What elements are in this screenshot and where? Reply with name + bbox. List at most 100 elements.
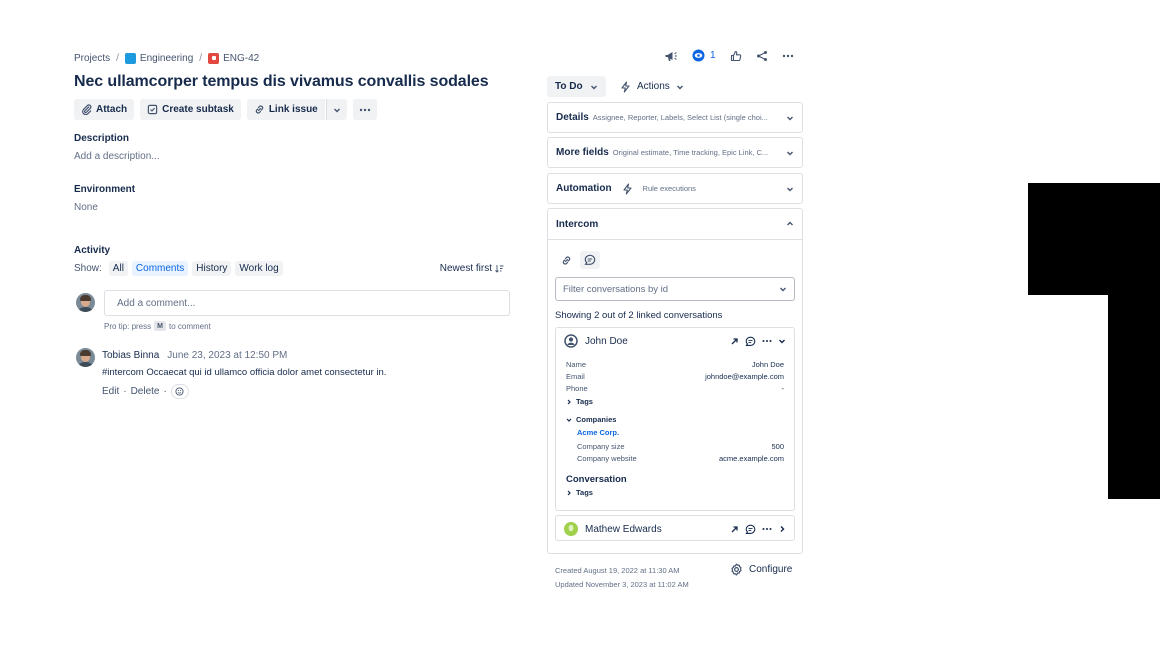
breadcrumb-issue[interactable]: ENG-42 [208, 52, 259, 64]
filter-all[interactable]: All [108, 260, 128, 276]
automation-title: Automation [556, 183, 612, 194]
issue-header-actions: 1 [664, 49, 794, 62]
current-user-avatar [76, 293, 95, 312]
breadcrumb: Projects / Engineering / ENG-42 [74, 51, 259, 65]
filter-comments[interactable]: Comments [131, 260, 189, 276]
comment-author-avatar[interactable] [76, 348, 95, 367]
more-options-button[interactable] [782, 54, 794, 58]
environment-heading: Environment [74, 184, 136, 195]
comment-input[interactable]: Add a comment... [104, 290, 510, 316]
configure-button[interactable]: Configure [730, 563, 792, 576]
step-number-overlay [1028, 183, 1160, 499]
conversations-view-button[interactable] [580, 251, 600, 269]
company-website: Company website acme.example.com [577, 454, 784, 463]
chevron-down-icon [787, 187, 793, 191]
chevron-right-icon [567, 399, 571, 404]
comment-delete-link[interactable]: Delete [131, 386, 160, 397]
lightning-icon [621, 80, 630, 93]
environment-value[interactable]: None [74, 202, 98, 213]
chevron-down-icon [780, 287, 786, 292]
more-fields-summary: Original estimate, Time tracking, Epic L… [612, 148, 769, 157]
external-link-icon[interactable] [730, 337, 739, 346]
companies-toggle[interactable]: Companies [566, 415, 616, 424]
comment-actions: Edit · Delete · [102, 384, 189, 399]
gear-icon [731, 563, 742, 576]
company-link[interactable]: Acme Corp. [577, 428, 619, 437]
breadcrumb-projects[interactable]: Projects [74, 53, 110, 64]
link-issue-dropdown[interactable] [325, 99, 347, 120]
issue-title[interactable]: Nec ullamcorper tempus dis vivamus conva… [74, 73, 489, 91]
conversation-count: Showing 2 out of 2 linked conversations [555, 310, 723, 321]
breadcrumb-separator: / [116, 52, 119, 64]
link-icon [255, 105, 264, 114]
breadcrumb-project[interactable]: Engineering [124, 52, 193, 64]
details-panel[interactable]: Details Assignee, Reporter, Labels, Sele… [547, 102, 803, 133]
chat-icon[interactable] [745, 524, 756, 535]
more-fields-title: More fields [556, 147, 609, 158]
filter-work-log[interactable]: Work log [235, 260, 283, 276]
description-field[interactable]: Add a description... [74, 151, 160, 162]
details-summary: Assignee, Reporter, Labels, Select List … [592, 113, 768, 122]
attach-button[interactable]: Attach [74, 99, 135, 120]
comment-author[interactable]: Tobias Binna [102, 350, 159, 361]
more-fields-panel[interactable]: More fields Original estimate, Time trac… [547, 137, 803, 168]
conversation-card-header[interactable]: Mathew Edwards [556, 516, 794, 542]
chevron-right-icon[interactable] [778, 525, 786, 533]
paperclip-icon [82, 104, 92, 115]
link-issue-button[interactable]: Link issue [246, 99, 325, 120]
issue-toolbar: Attach Create subtask Link issue [74, 99, 377, 120]
automation-panel[interactable]: Automation Rule executions [547, 173, 803, 204]
conversation-card-header[interactable]: John Doe [556, 328, 794, 354]
description-heading: Description [74, 133, 130, 144]
pro-tip: Pro tip: press M to comment [104, 321, 211, 331]
intercom-header[interactable]: Intercom [548, 209, 802, 240]
conversation-tags-toggle[interactable]: Tags [566, 488, 593, 497]
actions-dropdown[interactable]: Actions [614, 76, 690, 97]
feedback-button[interactable] [664, 50, 678, 62]
external-link-icon[interactable] [730, 525, 739, 534]
breadcrumb-separator: / [199, 52, 203, 64]
chevron-down-icon [566, 418, 572, 422]
add-reaction-button[interactable] [170, 384, 189, 399]
chat-icon [584, 254, 596, 265]
chevron-down-icon[interactable] [778, 337, 786, 345]
create-subtask-button[interactable]: Create subtask [140, 99, 241, 120]
chevron-down-icon [787, 116, 793, 120]
more-icon[interactable] [762, 339, 772, 343]
vote-button[interactable] [730, 50, 742, 62]
contact-field-email: Email johndoe@example.com [566, 372, 784, 381]
share-icon [756, 50, 767, 61]
status-dropdown[interactable]: To Do [547, 76, 606, 97]
chevron-down-icon [787, 151, 793, 155]
more-actions-button[interactable] [352, 99, 377, 120]
more-icon [782, 54, 793, 57]
comment-date[interactable]: June 23, 2023 at 12:50 PM [167, 350, 287, 361]
more-icon[interactable] [762, 527, 772, 531]
lightning-icon [622, 182, 632, 195]
company-size: Company size 500 [577, 442, 784, 451]
conversation-section-title: Conversation [566, 474, 627, 485]
chevron-down-icon [590, 85, 597, 89]
watch-button[interactable]: 1 [692, 49, 716, 62]
comment-edit-link[interactable]: Edit [102, 386, 119, 397]
linked-view-button[interactable] [556, 251, 576, 269]
megaphone-icon [665, 51, 677, 61]
chevron-up-icon [787, 221, 793, 226]
contact-field-name: Name John Doe [566, 360, 784, 369]
eye-icon [692, 49, 705, 62]
conversation-card: Mathew Edwards [555, 515, 795, 541]
filter-history[interactable]: History [192, 260, 232, 276]
chat-icon[interactable] [745, 336, 756, 347]
contact-tags-toggle[interactable]: Tags [566, 397, 593, 406]
sort-toggle[interactable]: Newest first [440, 263, 504, 274]
conversation-card: John Doe Name John Doe Email johndoe@exa… [555, 327, 795, 511]
comment-header: Tobias Binna June 23, 2023 at 12:50 PM [102, 350, 287, 361]
show-label: Show: [74, 262, 102, 274]
automation-summary: Rule executions [642, 184, 696, 193]
share-button[interactable] [756, 50, 768, 62]
conversation-filter-select[interactable]: Filter conversations by id [555, 277, 795, 301]
sort-icon [495, 264, 504, 273]
comment-action-separator: · [163, 386, 167, 397]
activity-heading: Activity [74, 245, 111, 256]
activity-filter-bar: Show: All Comments History Work log Newe… [74, 260, 504, 276]
